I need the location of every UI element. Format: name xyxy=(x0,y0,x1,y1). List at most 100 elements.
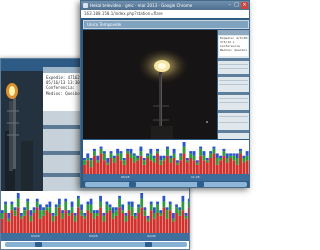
chart-bar xyxy=(146,155,149,158)
chart-bar xyxy=(99,207,102,233)
minimize-icon[interactable]: – xyxy=(226,2,233,9)
chart-bar xyxy=(7,221,11,233)
chart-bar xyxy=(42,210,45,216)
chart-bar xyxy=(102,153,106,161)
panel-divider xyxy=(218,74,249,77)
chart-bar xyxy=(35,207,39,233)
chart-bar xyxy=(209,151,213,154)
window-titlebar[interactable]: Hekal.televideo - gmc - mar 2013 - Googl… xyxy=(81,1,249,10)
chart-bar xyxy=(4,201,7,205)
chart-bar xyxy=(153,207,156,213)
chart-bar xyxy=(45,207,49,211)
panel-row xyxy=(219,64,248,65)
close-icon[interactable]: × xyxy=(241,2,248,9)
chart-bar xyxy=(61,218,64,233)
chart-bar xyxy=(134,218,137,233)
chart-bar xyxy=(189,151,193,154)
chart-bar xyxy=(139,151,143,156)
chart-bar xyxy=(146,215,150,219)
chart-bar xyxy=(172,153,176,158)
chart-bar xyxy=(77,198,80,208)
chart-bar xyxy=(92,155,96,174)
chart-bar xyxy=(215,158,219,165)
slider-handle[interactable] xyxy=(197,182,204,187)
panel-divider xyxy=(218,130,249,133)
back-timeline-label: 04/45 xyxy=(147,234,156,238)
chart-bar xyxy=(116,148,120,154)
chart-bar xyxy=(54,207,58,216)
slider-handle[interactable] xyxy=(129,182,136,187)
chart-bar xyxy=(39,210,42,219)
chart-bar xyxy=(152,162,156,174)
chart-bar xyxy=(106,164,110,174)
chart-bar xyxy=(99,148,103,154)
chart-bar xyxy=(169,162,173,174)
chart-bar xyxy=(99,146,103,149)
chart-bar xyxy=(140,198,144,208)
chart-bar xyxy=(232,160,236,174)
chart-bar xyxy=(112,155,116,158)
back-timeline-bar[interactable]: 03/20 04/25 04/45 xyxy=(1,233,189,241)
back-time-slider[interactable] xyxy=(5,242,187,247)
chart-bar xyxy=(112,158,116,163)
chart-bar xyxy=(20,213,23,216)
chart-bar xyxy=(23,207,26,211)
chart-bar xyxy=(192,151,196,156)
chart-bar xyxy=(32,213,36,233)
chart-bar xyxy=(215,153,219,158)
chart-bar xyxy=(142,164,146,174)
chart-bar xyxy=(146,221,150,233)
chart-bar xyxy=(130,201,134,208)
chart-bar xyxy=(162,158,166,161)
chart-bar xyxy=(92,218,96,233)
panel-row xyxy=(219,98,248,99)
panel-divider xyxy=(218,58,249,61)
back-slider-handle[interactable] xyxy=(35,242,42,247)
panel-row xyxy=(219,84,248,85)
chart-bar xyxy=(185,162,189,174)
activity-chart xyxy=(83,140,249,174)
chart-bar xyxy=(39,218,42,233)
chart-bar xyxy=(136,160,140,174)
back-slider-handle[interactable] xyxy=(145,242,152,247)
chart-bar xyxy=(143,215,147,233)
timeline-bar[interactable]: 05/25 11:25 xyxy=(83,174,249,181)
chart-bar xyxy=(29,210,33,216)
chart-bar xyxy=(184,218,188,233)
chart-bar xyxy=(99,153,103,174)
chart-bar xyxy=(61,210,64,213)
chart-bar xyxy=(126,153,130,174)
chart-bar xyxy=(122,160,126,165)
chart-bar xyxy=(42,207,45,211)
panel-row xyxy=(219,68,248,69)
chart-bar xyxy=(222,155,226,174)
chart-bar xyxy=(67,215,71,233)
chart-bar xyxy=(202,160,206,174)
chart-bar xyxy=(132,155,136,163)
chart-bar xyxy=(146,153,149,156)
chart-bar xyxy=(89,204,93,213)
chart-bar xyxy=(115,207,118,211)
chart-bar xyxy=(105,201,109,205)
chart-bar xyxy=(1,218,4,233)
url-text[interactable]: 163.188.158.1/index.php?station=flare xyxy=(84,10,163,18)
camera-view[interactable] xyxy=(83,30,217,139)
chart-bar xyxy=(153,218,156,233)
chart-bar xyxy=(89,198,93,205)
chart-bar xyxy=(119,153,123,161)
chart-bar xyxy=(119,151,123,154)
chart-bar xyxy=(175,162,179,165)
maximize-icon[interactable]: □ xyxy=(233,2,240,9)
info-panel-text: Expedie: 4/5/2013 x 3/5/14 x Conferencia… xyxy=(219,36,248,56)
chart-bar xyxy=(209,153,213,158)
chart-bar xyxy=(92,213,96,219)
info-panel-header xyxy=(218,30,249,35)
chart-bar xyxy=(189,153,193,158)
chart-bar xyxy=(127,204,131,211)
chart-bar xyxy=(137,213,140,233)
front-browser-window[interactable]: Hekal.televideo - gmc - mar 2013 - Googl… xyxy=(80,0,250,188)
chart-bar xyxy=(13,215,17,233)
time-slider[interactable] xyxy=(85,182,247,187)
chart-bar xyxy=(111,218,115,233)
chart-bar xyxy=(179,155,183,161)
